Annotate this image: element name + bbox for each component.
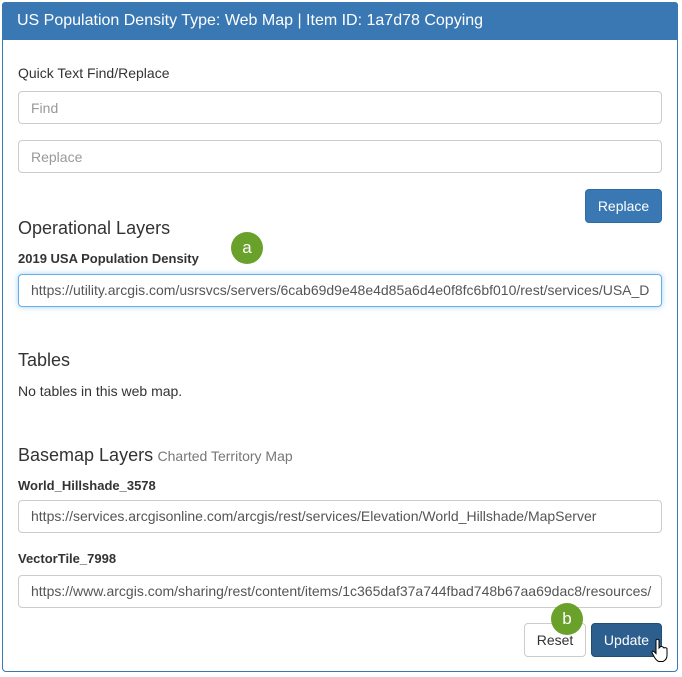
- basemap-layers-heading: Basemap Layers: [18, 445, 154, 465]
- hand-cursor-icon: [651, 638, 668, 662]
- operational-layers-heading: Operational Layers: [18, 218, 171, 238]
- find-input[interactable]: [18, 91, 662, 124]
- tables-message: No tables in this web map.: [18, 383, 183, 399]
- basemap-heading-row: Basemap Layers Charted Territory Map: [18, 445, 293, 466]
- operational-layer-name: 2019 USA Population Density: [18, 251, 199, 266]
- basemap-layer-name: VectorTile_7998: [18, 551, 117, 566]
- basemap-subtitle: Charted Territory Map: [157, 448, 293, 464]
- replace-button[interactable]: Replace: [585, 189, 662, 223]
- basemap-layer-name: World_Hillshade_3578: [18, 478, 156, 493]
- panel-title: US Population Density Type: Web Map | It…: [2, 2, 678, 40]
- find-replace-label: Quick Text Find/Replace: [18, 65, 170, 81]
- callout-a: a: [231, 232, 263, 264]
- operational-layer-url-input[interactable]: https://utility.arcgis.com/usrsvcs/serve…: [18, 274, 662, 307]
- basemap-layer-url-input[interactable]: https://services.arcgisonline.com/arcgis…: [18, 500, 662, 533]
- tables-heading: Tables: [18, 350, 71, 370]
- callout-b: b: [551, 603, 583, 635]
- replace-input[interactable]: [18, 140, 662, 173]
